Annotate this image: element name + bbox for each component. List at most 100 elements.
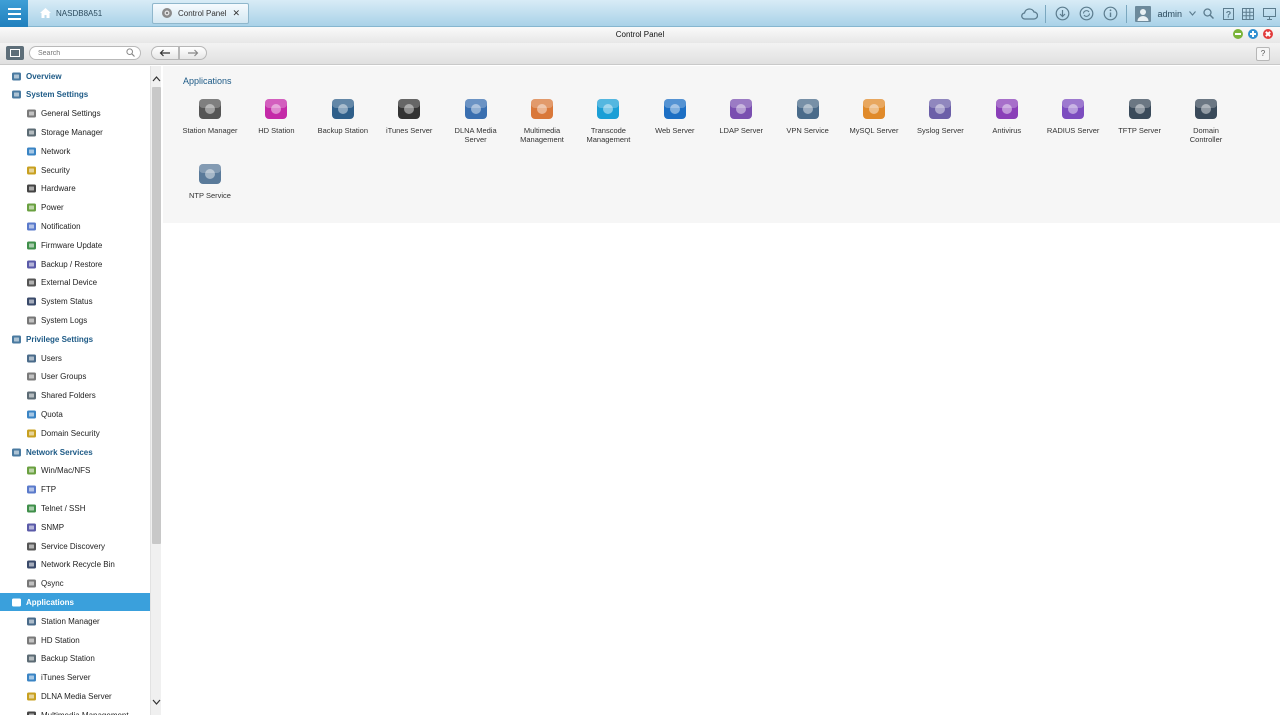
sidebar-item-qsync[interactable]: Qsync bbox=[0, 575, 150, 593]
search-input[interactable] bbox=[30, 47, 122, 59]
sidebar-item-network-recycle-bin[interactable]: Network Recycle Bin bbox=[0, 556, 150, 574]
sidebar-item-snmp[interactable]: SNMP bbox=[0, 518, 150, 536]
app-tile-antivirus[interactable]: Antivirus bbox=[977, 96, 1037, 156]
notification-icon bbox=[26, 221, 37, 232]
close-tab-icon[interactable]: ✕ bbox=[232, 8, 240, 19]
help-icon[interactable]: ? bbox=[1218, 0, 1238, 27]
close-button[interactable] bbox=[1263, 29, 1273, 39]
app-tile-domain-controller[interactable]: Domain Controller bbox=[1176, 96, 1236, 156]
sidebar-item-hd-station[interactable]: HD Station bbox=[0, 631, 150, 649]
sidebar-item-network-services[interactable]: Network Services bbox=[0, 443, 150, 461]
back-button[interactable] bbox=[151, 46, 179, 60]
app-tile-ldap-server[interactable]: LDAP Server bbox=[711, 96, 771, 156]
sidebar-item-general-settings[interactable]: General Settings bbox=[0, 105, 150, 123]
app-tile-station-manager[interactable]: Station Manager bbox=[180, 96, 240, 156]
avatar[interactable] bbox=[1131, 0, 1155, 27]
sidebar-item-privilege-settings[interactable]: Privilege Settings bbox=[0, 330, 150, 348]
sidebar-item-station-manager[interactable]: Station Manager bbox=[0, 612, 150, 630]
app-tile-ntp-service[interactable]: NTP Service bbox=[180, 161, 240, 221]
sidebar-item-label: DLNA Media Server bbox=[41, 691, 112, 701]
user-name-label[interactable]: admin bbox=[1155, 9, 1186, 19]
download-icon[interactable] bbox=[1050, 0, 1074, 27]
station-manager-icon bbox=[26, 616, 37, 627]
app-tile-vpn-service[interactable]: VPN Service bbox=[778, 96, 838, 156]
sidebar-item-multimedia-management[interactable]: Multimedia Management bbox=[0, 706, 150, 715]
main-menu-button[interactable] bbox=[0, 0, 28, 27]
sidebar-item-notification[interactable]: Notification bbox=[0, 217, 150, 235]
sidebar-item-security[interactable]: Security bbox=[0, 161, 150, 179]
app-tile-mysql-server[interactable]: MySQL Server bbox=[844, 96, 904, 156]
sidebar-item-network[interactable]: Network bbox=[0, 142, 150, 160]
scroll-down-icon[interactable] bbox=[152, 697, 161, 707]
scrollbar-thumb[interactable] bbox=[152, 87, 161, 544]
app-tile-dlna-media-server[interactable]: DLNA Media Server bbox=[446, 96, 506, 156]
sidebar-item-backup-restore[interactable]: Backup / Restore bbox=[0, 255, 150, 273]
app-tile-backup-station[interactable]: Backup Station bbox=[313, 96, 373, 156]
home-icon bbox=[40, 7, 51, 20]
globe-icon bbox=[11, 447, 22, 458]
cloud-icon[interactable] bbox=[1017, 0, 1041, 27]
app-label: NTP Service bbox=[189, 191, 231, 200]
maximize-button[interactable] bbox=[1248, 29, 1258, 39]
system-status-icon bbox=[26, 296, 37, 307]
general-settings-icon bbox=[26, 108, 37, 119]
sidebar-item-shared-folders[interactable]: Shared Folders bbox=[0, 387, 150, 405]
power-icon bbox=[26, 202, 37, 213]
itunes-server-icon bbox=[26, 672, 37, 683]
sidebar-item-ftp[interactable]: FTP bbox=[0, 481, 150, 499]
sidebar-item-firmware-update[interactable]: Firmware Update bbox=[0, 236, 150, 254]
forward-button[interactable] bbox=[179, 46, 207, 60]
sidebar-item-win-mac-nfs[interactable]: Win/Mac/NFS bbox=[0, 462, 150, 480]
sync-icon[interactable] bbox=[1074, 0, 1098, 27]
itunes-server-icon bbox=[396, 96, 422, 122]
sidebar-item-itunes-server[interactable]: iTunes Server bbox=[0, 669, 150, 687]
sidebar-item-service-discovery[interactable]: Service Discovery bbox=[0, 537, 150, 555]
sidebar-item-quota[interactable]: Quota bbox=[0, 405, 150, 423]
sidebar-item-dlna-media-server[interactable]: DLNA Media Server bbox=[0, 687, 150, 705]
arrow-left-icon bbox=[159, 49, 170, 57]
app-label: Backup Station bbox=[317, 126, 369, 135]
sidebar-toggle-button[interactable] bbox=[6, 46, 24, 60]
app-tile-transcode-management[interactable]: Transcode Management bbox=[578, 96, 638, 156]
app-tile-hd-station[interactable]: HD Station bbox=[246, 96, 306, 156]
nas-name-label: NASDB8A51 bbox=[56, 9, 103, 18]
sidebar-item-applications[interactable]: Applications bbox=[0, 593, 150, 612]
minimize-button[interactable] bbox=[1233, 29, 1243, 39]
sidebar-item-system-status[interactable]: System Status bbox=[0, 293, 150, 311]
help-button[interactable]: ? bbox=[1256, 47, 1270, 61]
app-label: Syslog Server bbox=[917, 126, 964, 135]
sidebar-item-overview[interactable]: Overview bbox=[0, 67, 150, 85]
app-tile-web-server[interactable]: Web Server bbox=[645, 96, 705, 156]
search-icon[interactable] bbox=[1198, 0, 1218, 27]
scroll-up-icon[interactable] bbox=[152, 74, 161, 84]
app-tile-multimedia-management[interactable]: Multimedia Management bbox=[512, 96, 572, 156]
app-tile-syslog-server[interactable]: Syslog Server bbox=[910, 96, 970, 156]
sidebar-item-user-groups[interactable]: User Groups bbox=[0, 368, 150, 386]
sidebar-item-system-settings[interactable]: System Settings bbox=[0, 86, 150, 104]
sidebar-item-hardware[interactable]: Hardware bbox=[0, 180, 150, 198]
chevron-down-icon[interactable] bbox=[1186, 0, 1198, 27]
sidebar-item-users[interactable]: Users bbox=[0, 349, 150, 367]
sidebar-item-storage-manager[interactable]: Storage Manager bbox=[0, 123, 150, 141]
sidebar-scrollbar[interactable] bbox=[150, 66, 161, 715]
desktop-tab[interactable]: NASDB8A51 bbox=[32, 3, 148, 24]
monitor-icon[interactable] bbox=[1258, 0, 1280, 27]
sidebar-item-telnet-ssh[interactable]: Telnet / SSH bbox=[0, 499, 150, 517]
sidebar-item-domain-security[interactable]: Domain Security bbox=[0, 424, 150, 442]
sidebar-item-external-device[interactable]: External Device bbox=[0, 274, 150, 292]
grid-icon[interactable] bbox=[1238, 0, 1258, 27]
sidebar-item-label: Station Manager bbox=[41, 616, 100, 626]
search-field[interactable] bbox=[29, 46, 141, 60]
snmp-icon bbox=[26, 522, 37, 533]
sidebar-item-power[interactable]: Power bbox=[0, 199, 150, 217]
control-panel-tab[interactable]: Control Panel ✕ bbox=[152, 3, 249, 24]
storage-manager-icon bbox=[26, 127, 37, 138]
sidebar: Overview System Settings General Settings S… bbox=[0, 66, 150, 715]
sidebar-item-system-logs[interactable]: System Logs bbox=[0, 311, 150, 329]
app-tile-itunes-server[interactable]: iTunes Server bbox=[379, 96, 439, 156]
info-icon[interactable] bbox=[1098, 0, 1122, 27]
backup-restore-icon bbox=[26, 259, 37, 270]
sidebar-item-backup-station[interactable]: Backup Station bbox=[0, 650, 150, 668]
app-tile-radius-server[interactable]: RADIUS Server bbox=[1043, 96, 1103, 156]
app-tile-tftp-server[interactable]: TFTP Server bbox=[1110, 96, 1170, 156]
